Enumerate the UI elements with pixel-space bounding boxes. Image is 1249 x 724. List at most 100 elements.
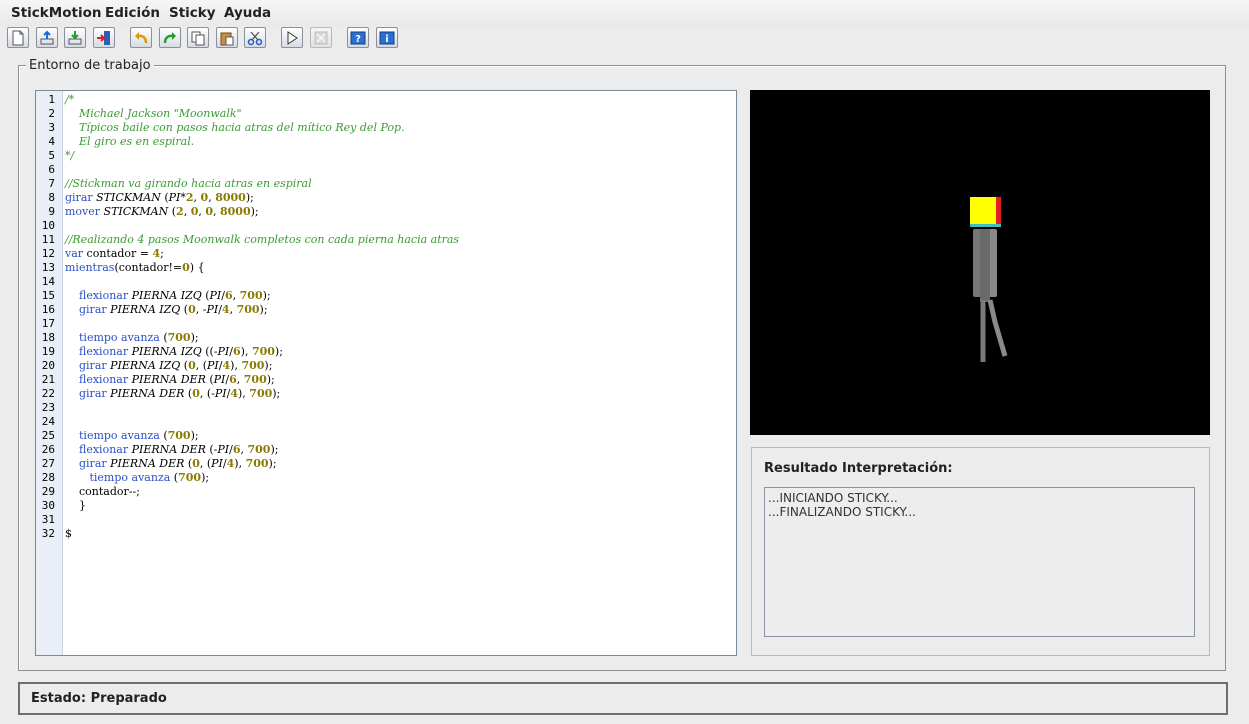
line-number: 22 <box>41 387 55 400</box>
code-line: 24 <box>36 415 736 429</box>
code-token: , <box>213 205 220 218</box>
code-text: Michael Jackson "Moonwalk" <box>65 107 242 121</box>
line-number: 7 <box>48 177 55 190</box>
code-token: 700 <box>236 303 260 316</box>
undo-button[interactable] <box>130 27 152 48</box>
code-line: 13 mientras(contador!=0) { <box>36 261 736 275</box>
code-token: , ( <box>199 457 212 470</box>
code-text: flexionar PIERNA IZQ ((-PI/6), 700); <box>65 345 283 359</box>
code-token: El giro es en espiral. <box>65 135 195 148</box>
code-text: var contador = 4; <box>65 247 164 261</box>
code-line: 9 mover STICKMAN (2, 0, 0, 8000); <box>36 205 736 219</box>
code-token: ); <box>270 443 279 456</box>
menu-bar: StickMotion Edición Sticky Ayuda <box>0 0 1249 26</box>
code-token: 0 <box>188 359 196 372</box>
code-token: 700 <box>178 471 202 484</box>
code-token: 700 <box>247 443 271 456</box>
result-output[interactable]: ...INICIANDO STICKY... ...FINALIZANDO ST… <box>764 487 1195 637</box>
copy-button[interactable] <box>187 27 209 48</box>
cut-button[interactable] <box>244 27 266 48</box>
code-token: girar <box>79 303 111 316</box>
line-number: 14 <box>41 275 55 288</box>
code-text: flexionar PIERNA IZQ (PI/6, 700); <box>65 289 271 303</box>
code-token: Michael Jackson "Moonwalk" <box>65 107 242 120</box>
stickman-torso <box>980 229 990 302</box>
code-token: flexionar <box>79 373 132 386</box>
redo-icon <box>163 32 176 44</box>
code-token: STICKMAN <box>96 191 161 204</box>
code-text: */ <box>65 149 74 163</box>
code-token: , (- <box>199 387 215 400</box>
code-token: PI <box>211 457 223 470</box>
code-text: mientras(contador!=0) { <box>65 261 205 275</box>
code-token: /* <box>65 93 75 106</box>
save-file-button[interactable] <box>64 27 86 48</box>
code-token: ; <box>160 247 164 260</box>
code-token: girar <box>79 359 111 372</box>
stickman-leg-right <box>987 299 1008 357</box>
code-token: ), <box>234 457 246 470</box>
line-number: 18 <box>41 331 55 344</box>
line-number: 6 <box>48 163 55 176</box>
redo-button[interactable] <box>159 27 181 48</box>
result-line: ...FINALIZANDO STICKY... <box>768 505 916 519</box>
code-token: PI <box>214 387 227 400</box>
code-line: 22 girar PIERNA DER (0, (-PI/4), 700); <box>36 387 736 401</box>
code-token: var <box>65 247 87 260</box>
line-number: 10 <box>41 219 55 232</box>
code-token: 0 <box>205 205 213 218</box>
code-editor[interactable]: 1/* 2 Michael Jackson "Moonwalk" 3 Típicos… <box>35 90 737 656</box>
line-number: 1 <box>48 93 55 106</box>
code-text: $ <box>65 527 72 541</box>
code-line: 27 girar PIERNA DER (0, (PI/4), 700); <box>36 457 736 471</box>
code-token: girar <box>79 387 111 400</box>
code-text: } <box>65 499 86 513</box>
code-token: 700 <box>243 373 267 386</box>
code-token: ( <box>201 289 210 302</box>
stop-button[interactable] <box>310 27 332 48</box>
menu-sticky[interactable]: Sticky <box>169 5 216 21</box>
code-line: 10 <box>36 219 736 233</box>
help-button[interactable]: ? <box>347 27 369 48</box>
paste-button[interactable] <box>216 27 238 48</box>
menu-stickmotion[interactable]: StickMotion <box>11 5 101 21</box>
code-token: ), <box>238 387 250 400</box>
menu-edicion[interactable]: Edición <box>105 5 160 21</box>
code-line: 16 girar PIERNA IZQ (0, -PI/4, 700); <box>36 303 736 317</box>
code-token: PI <box>217 345 230 358</box>
code-token: 2 <box>176 205 184 218</box>
new-file-button[interactable] <box>7 27 29 48</box>
code-token: 700 <box>245 457 269 470</box>
run-button[interactable] <box>281 27 303 48</box>
code-token: ) { <box>189 261 205 274</box>
copy-icon <box>191 31 205 46</box>
line-number: 13 <box>41 261 55 274</box>
code-token: */ <box>65 149 75 162</box>
menu-ayuda[interactable]: Ayuda <box>224 5 271 21</box>
info-button[interactable]: i <box>376 27 398 48</box>
code-token: (contador!= <box>114 261 183 274</box>
code-token: mover <box>65 205 104 218</box>
code-text: //Stickman va girando hacia atras en esp… <box>65 177 312 191</box>
code-token: Típicos baile con pasos hacia atras del … <box>65 121 405 134</box>
line-number: 19 <box>41 345 55 358</box>
code-token: ); <box>250 205 259 218</box>
code-line: 26 flexionar PIERNA DER (-PI/6, 700); <box>36 443 736 457</box>
code-line: 1 /* <box>36 93 736 107</box>
animation-viewport[interactable] <box>750 90 1210 435</box>
code-token: ), <box>240 345 252 358</box>
exit-button[interactable] <box>93 27 115 48</box>
open-file-button[interactable] <box>36 27 58 48</box>
code-token: PI <box>206 303 219 316</box>
code-lines: 1/* 2 Michael Jackson "Moonwalk" 3 Típicos… <box>36 93 736 541</box>
status-bar: Estado: Preparado <box>18 682 1228 715</box>
code-line: 28 tiempo avanza (700); <box>36 471 736 485</box>
result-line: ...INICIANDO STICKY... <box>768 491 898 505</box>
code-token: PIERNA IZQ <box>110 359 181 372</box>
code-token: ), <box>230 359 242 372</box>
code-text: tiempo avanza (700); <box>65 331 199 345</box>
